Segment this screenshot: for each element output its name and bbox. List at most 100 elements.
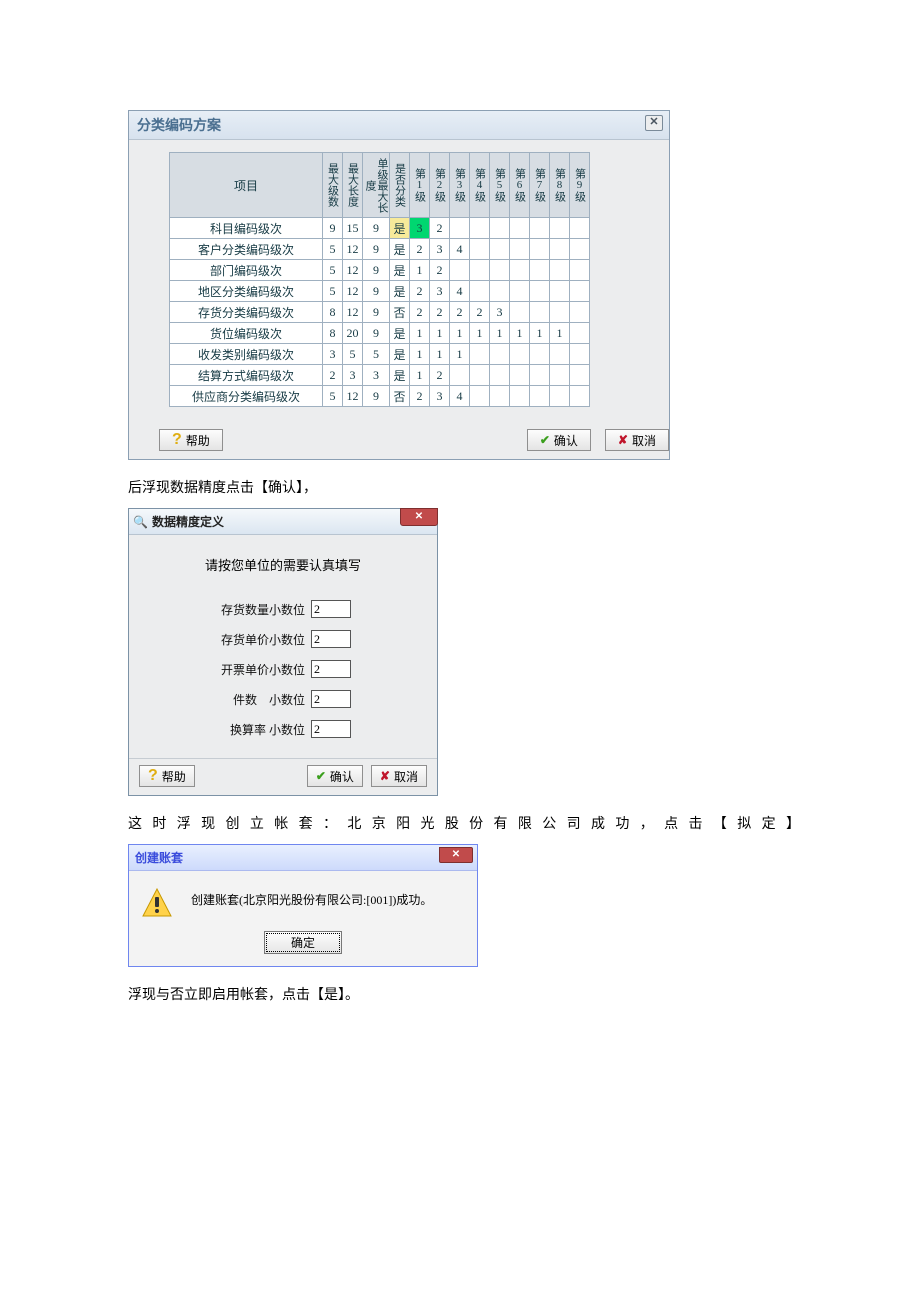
cell[interactable]: 5 [363, 344, 390, 365]
cell[interactable] [550, 365, 570, 386]
cell[interactable]: 1 [530, 323, 550, 344]
decimal-input[interactable]: 2 [311, 600, 351, 618]
cell[interactable]: 3 [430, 281, 450, 302]
cell[interactable] [570, 218, 590, 239]
cell[interactable] [550, 218, 570, 239]
cell[interactable] [530, 386, 550, 407]
cell[interactable]: 是 [390, 323, 410, 344]
cell[interactable]: 货位编码级次 [170, 323, 323, 344]
cell[interactable]: 客户分类编码级次 [170, 239, 323, 260]
decimal-input[interactable]: 2 [311, 660, 351, 678]
cell[interactable]: 是 [390, 344, 410, 365]
cell[interactable] [490, 218, 510, 239]
decimal-input[interactable]: 2 [311, 630, 351, 648]
cell[interactable]: 9 [363, 239, 390, 260]
cell[interactable]: 2 [430, 260, 450, 281]
cell[interactable]: 2 [430, 365, 450, 386]
cell[interactable] [470, 260, 490, 281]
cell[interactable] [450, 218, 470, 239]
cell[interactable] [550, 344, 570, 365]
cell[interactable]: 2 [430, 302, 450, 323]
cell[interactable]: 9 [323, 218, 343, 239]
cell[interactable]: 5 [343, 344, 363, 365]
cell[interactable]: 1 [410, 344, 430, 365]
cell[interactable]: 2 [410, 386, 430, 407]
help-button[interactable]: ? 帮助 [139, 765, 195, 787]
cell[interactable] [550, 239, 570, 260]
cell[interactable]: 3 [430, 239, 450, 260]
cell[interactable]: 9 [363, 218, 390, 239]
cell[interactable]: 3 [323, 344, 343, 365]
cell[interactable]: 9 [363, 323, 390, 344]
cell[interactable]: 3 [430, 386, 450, 407]
cell[interactable]: 9 [363, 302, 390, 323]
cell[interactable]: 9 [363, 281, 390, 302]
cell[interactable]: 1 [410, 365, 430, 386]
cell[interactable]: 2 [470, 302, 490, 323]
cell[interactable]: 15 [343, 218, 363, 239]
cell[interactable]: 9 [363, 386, 390, 407]
cell[interactable]: 部门编码级次 [170, 260, 323, 281]
cell[interactable] [570, 302, 590, 323]
cell[interactable] [550, 260, 570, 281]
cell[interactable] [470, 239, 490, 260]
cell[interactable]: 8 [323, 323, 343, 344]
cell[interactable]: 存货分类编码级次 [170, 302, 323, 323]
cell[interactable] [530, 260, 550, 281]
cell[interactable]: 1 [450, 323, 470, 344]
cell[interactable] [570, 365, 590, 386]
cell[interactable]: 收发类别编码级次 [170, 344, 323, 365]
cell[interactable] [510, 218, 530, 239]
cell[interactable]: 1 [470, 323, 490, 344]
cell[interactable]: 地区分类编码级次 [170, 281, 323, 302]
ok-button[interactable]: ✔ 确认 [527, 429, 591, 451]
cell[interactable]: 1 [490, 323, 510, 344]
cell[interactable] [530, 365, 550, 386]
cell[interactable]: 否 [390, 386, 410, 407]
decimal-input[interactable]: 2 [311, 690, 351, 708]
cell[interactable]: 是 [390, 218, 410, 239]
cell[interactable] [550, 281, 570, 302]
cell[interactable] [570, 323, 590, 344]
cell[interactable]: 2 [323, 365, 343, 386]
cell[interactable]: 5 [323, 239, 343, 260]
cell[interactable]: 2 [410, 302, 430, 323]
cell[interactable] [450, 260, 470, 281]
ok-button[interactable]: 确定 [264, 931, 342, 954]
cell[interactable]: 是 [390, 281, 410, 302]
cell[interactable] [530, 344, 550, 365]
cell[interactable] [490, 365, 510, 386]
cell[interactable] [550, 386, 570, 407]
cell[interactable]: 5 [323, 386, 343, 407]
cell[interactable]: 12 [343, 281, 363, 302]
cell[interactable] [570, 344, 590, 365]
decimal-input[interactable]: 2 [311, 720, 351, 738]
cell[interactable]: 是 [390, 260, 410, 281]
cell[interactable]: 2 [410, 281, 430, 302]
cell[interactable]: 12 [343, 239, 363, 260]
cell[interactable]: 20 [343, 323, 363, 344]
cell[interactable] [470, 365, 490, 386]
cell[interactable] [510, 344, 530, 365]
cancel-button[interactable]: ✘ 取消 [605, 429, 669, 451]
cell[interactable] [510, 239, 530, 260]
cell[interactable] [570, 386, 590, 407]
ok-button[interactable]: ✔ 确认 [307, 765, 363, 787]
cell[interactable] [490, 239, 510, 260]
cell[interactable]: 3 [363, 365, 390, 386]
close-icon[interactable]: ✕ [439, 847, 473, 863]
cell[interactable] [490, 281, 510, 302]
cell[interactable]: 1 [510, 323, 530, 344]
cell[interactable] [510, 365, 530, 386]
cell[interactable]: 1 [410, 260, 430, 281]
cell[interactable]: 1 [450, 344, 470, 365]
cell[interactable]: 2 [450, 302, 470, 323]
cell[interactable] [490, 386, 510, 407]
help-button[interactable]: ? 帮助 [159, 429, 223, 451]
cell[interactable] [530, 218, 550, 239]
cell[interactable] [530, 302, 550, 323]
cell[interactable] [530, 281, 550, 302]
cell[interactable] [570, 260, 590, 281]
cell[interactable] [570, 239, 590, 260]
cell[interactable] [490, 260, 510, 281]
